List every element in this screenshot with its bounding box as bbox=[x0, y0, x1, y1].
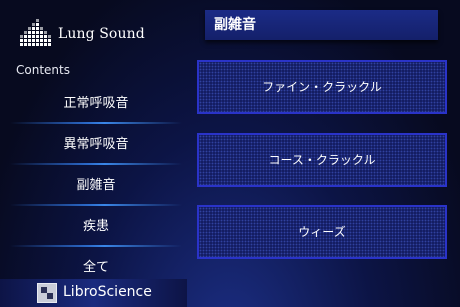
nav-item-normal-breath-sounds[interactable]: 正常呼吸音 bbox=[10, 89, 182, 119]
sound-card-label: ウィーズ bbox=[298, 225, 346, 239]
page-title-bar: 副雑音 bbox=[205, 10, 438, 40]
sound-card-label: コース・クラックル bbox=[268, 153, 376, 167]
nav-item-label: 全て bbox=[82, 260, 109, 275]
nav-separator bbox=[10, 122, 182, 124]
sound-card-coarse-crackles[interactable]: コース・クラックル bbox=[197, 133, 447, 187]
nav-item-label: 正常呼吸音 bbox=[63, 96, 129, 111]
app-logo: Lung Sound bbox=[18, 14, 145, 54]
nav-item-adventitious-sounds[interactable]: 副雑音 bbox=[10, 171, 182, 201]
page-title: 副雑音 bbox=[214, 17, 256, 33]
nav-item-label: 疾患 bbox=[82, 219, 109, 234]
sound-card-wheezes[interactable]: ウィーズ bbox=[197, 205, 447, 259]
sidebar: Lung Sound Contents 正常呼吸音 異常呼吸音 副雑音 疾患 全… bbox=[0, 0, 187, 307]
app-logo-text: Lung Sound bbox=[58, 26, 145, 42]
nav-item-abnormal-breath-sounds[interactable]: 異常呼吸音 bbox=[10, 130, 182, 160]
nav-item-label: 異常呼吸音 bbox=[63, 137, 129, 152]
main-content: 副雑音 ファイン・クラックル コース・クラックル ウィーズ bbox=[195, 0, 460, 307]
sound-card-fine-crackles[interactable]: ファイン・クラックル bbox=[197, 60, 447, 114]
sound-card-label: ファイン・クラックル bbox=[262, 80, 382, 94]
libroscience-logo-icon bbox=[37, 283, 57, 303]
nav-separator bbox=[10, 204, 182, 206]
nav-item-label: 副雑音 bbox=[76, 178, 116, 193]
sidebar-footer: LibroScience bbox=[0, 279, 187, 307]
nav-item-diseases[interactable]: 疾患 bbox=[10, 212, 182, 242]
nav-separator bbox=[10, 245, 182, 247]
contents-heading: Contents bbox=[16, 63, 70, 77]
nav-separator bbox=[10, 163, 182, 165]
equalizer-logo-icon bbox=[20, 19, 51, 46]
footer-brand-name: LibroScience bbox=[63, 284, 152, 300]
app-window: Lung Sound Contents 正常呼吸音 異常呼吸音 副雑音 疾患 全… bbox=[0, 0, 460, 307]
